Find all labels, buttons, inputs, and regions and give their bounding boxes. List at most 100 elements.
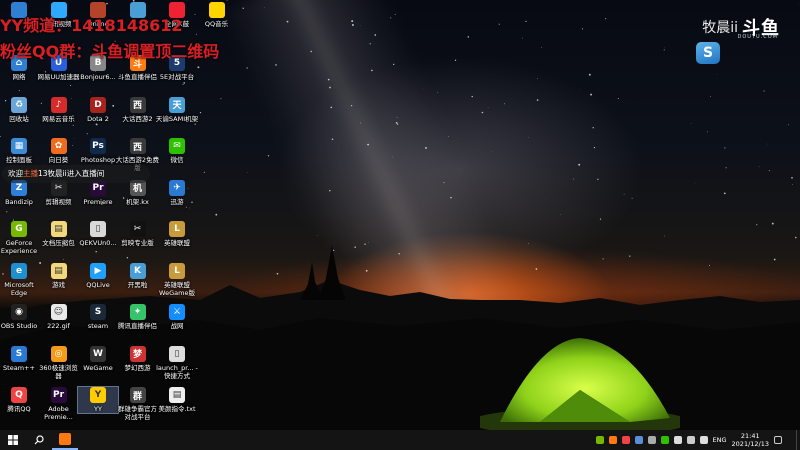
- icon-label: 文档压缩包: [42, 239, 75, 247]
- icon-label: 战网: [170, 322, 184, 330]
- desktop-icon-xiangrikui[interactable]: ✿ 向日葵: [39, 138, 79, 164]
- desktop-icon-tencent-qq[interactable]: Q 腾讯QQ: [0, 387, 39, 413]
- desktop-icon-zhanwang[interactable]: ⚔ 战网: [157, 304, 197, 330]
- icon-label: 梦幻西游: [124, 363, 151, 372]
- stream-overlay-yy-channel: YY频道：1418148612: [0, 16, 183, 35]
- icon-label: 剪映专业版: [121, 239, 154, 247]
- desktop-icon-premiere[interactable]: Pr Premiere: [78, 179, 118, 206]
- icon-label: 网易UU加速器: [37, 73, 80, 81]
- search-button[interactable]: [26, 430, 52, 450]
- desktop-icon-wegame[interactable]: W WeGame: [78, 345, 118, 372]
- tianyu-icon: 天: [169, 96, 185, 113]
- netease-music-icon: ♪: [50, 96, 67, 113]
- stream-overlay-qq-group: 粉丝QQ群：斗鱼调置顶二维码: [0, 42, 220, 61]
- icon-label: GeForce Experience: [0, 239, 38, 255]
- desktop-icon-control-panel[interactable]: ▦ 控制面板: [0, 138, 39, 164]
- desktop-icon-wechat[interactable]: ✉ 微信: [157, 138, 197, 164]
- qq-tray-icon[interactable]: [621, 436, 630, 444]
- icon-label: steam: [87, 322, 109, 330]
- desktop-icon-qekv[interactable]: ▯ QEKVUn0...: [78, 221, 118, 247]
- desktop-icon-adobe-prem[interactable]: Pr Adobe Premie...: [39, 387, 79, 421]
- tencent-live-icon: ✦: [129, 304, 146, 320]
- icon-label: Adobe Premie...: [44, 405, 73, 421]
- control-panel-icon: ▦: [11, 138, 27, 154]
- recycle-icon: ♻: [11, 96, 27, 113]
- icon-label: 英雄联盟WeGame版: [159, 280, 195, 297]
- desktop-icon-edge[interactable]: e Microsoft Edge: [0, 262, 39, 297]
- desktop-icon-qqlive[interactable]: ▶ QQLive: [78, 262, 118, 289]
- desktop-icon-photoshop[interactable]: Ps Photoshop: [78, 138, 118, 164]
- desktop-icon-menghuan[interactable]: 梦梦幻西游: [118, 345, 158, 372]
- menghuan-icon: 梦: [129, 345, 146, 362]
- xunyou-icon: ✈: [169, 179, 185, 196]
- desktop-icon-geforce[interactable]: G GeForce Experience: [0, 221, 39, 255]
- floating-app-icon[interactable]: S: [696, 42, 720, 64]
- wegame-lol-icon: L: [169, 262, 185, 279]
- desktop-icon-lol[interactable]: L 英雄联盟: [157, 221, 197, 247]
- douyu-app-icon: [59, 433, 71, 445]
- kaihei-icon: K: [129, 262, 146, 279]
- icon-label: 英雄联盟: [164, 239, 190, 247]
- desktop-icon-launch[interactable]: ▯ launch_pr... - 快捷方式: [156, 345, 198, 380]
- desktop-icon-steampp[interactable]: S Steam++: [0, 345, 39, 372]
- icon-label: QQ音乐: [204, 20, 229, 28]
- icon-label: 腾讯QQ: [7, 405, 31, 413]
- input-language[interactable]: ENG: [713, 436, 727, 444]
- desktop-icon-xunyou[interactable]: ✈ 迅游: [157, 179, 197, 206]
- 360-icon: ◎: [50, 345, 67, 362]
- start-button[interactable]: [0, 430, 26, 450]
- clock-date: 2021/12/13: [731, 440, 769, 448]
- icon-label: 天谕SAMI机架: [155, 114, 199, 123]
- mic-tray-icon[interactable]: [686, 436, 695, 444]
- network-tray-icon[interactable]: [673, 436, 682, 444]
- chat-suffix: 牧晨ii进入直播间: [47, 169, 105, 178]
- desktop-icon-obs[interactable]: ◉ OBS Studio: [0, 304, 39, 330]
- launch-icon: ▯: [169, 345, 185, 362]
- douyu-tray-icon[interactable]: [608, 436, 617, 444]
- desktop-icon-360[interactable]: ◎ 360极速浏览器: [39, 345, 79, 380]
- dota2-icon: D: [90, 96, 106, 113]
- icon-label: 开黑啦: [127, 280, 148, 289]
- taskbar-app-douyu[interactable]: [52, 430, 78, 450]
- desktop-icon-kaihei[interactable]: K 开黑啦: [118, 262, 158, 289]
- system-clock[interactable]: 21:41 2021/12/13: [732, 432, 769, 448]
- wechat-tray-icon[interactable]: [660, 436, 669, 444]
- desktop-icon-jiji[interactable]: 机机架.kx: [118, 179, 158, 206]
- desktop-icon-wegame-lol[interactable]: L 英雄联盟WeGame版: [157, 262, 197, 297]
- zhanwang-icon: ⚔: [169, 304, 185, 320]
- desktop-icon-games[interactable]: ▤ 游戏: [39, 262, 79, 289]
- icon-label: Dota 2: [87, 114, 109, 123]
- icon-label: 5E对战平台: [159, 73, 195, 81]
- icon-label: 大话西游2: [122, 114, 153, 123]
- desktop-icon-jianying[interactable]: ✂ 剪辑视频: [39, 179, 79, 206]
- desktop-icon-dota2[interactable]: D Dota 2: [78, 96, 118, 123]
- desktop-icon-gif[interactable]: ☺ 222.gif: [39, 304, 79, 330]
- steam-tray-icon[interactable]: [634, 436, 643, 444]
- desktop-icon-steam[interactable]: Ssteam: [78, 304, 118, 330]
- desktop-icon-tencent-live[interactable]: ✦ 腾讯直播伴侣: [118, 304, 158, 330]
- desktop-icon-dahua2[interactable]: 西大话西游2: [118, 96, 158, 123]
- notification-icon[interactable]: [774, 436, 782, 444]
- desktop-icon-tianyu[interactable]: 天天谕SAMI机架: [155, 96, 199, 123]
- desktop-icon-beauty-txt[interactable]: ▤ 美颜指令.txt: [157, 387, 197, 413]
- games-icon: ▤: [50, 262, 67, 279]
- desktop-icon-yy[interactable]: Y YY: [77, 386, 119, 414]
- tencent-qq-icon: Q: [11, 387, 27, 403]
- show-desktop-button[interactable]: [796, 430, 800, 450]
- dahua2-icon: 西: [129, 96, 146, 113]
- desktop-icon-text-doc[interactable]: ▤ 文档压缩包: [39, 221, 79, 247]
- icon-label: 游戏: [52, 280, 65, 289]
- nvidia-tray-icon[interactable]: [595, 436, 604, 444]
- desktop-icon-pro-tool[interactable]: ✂ 剪映专业版: [118, 221, 158, 247]
- desktop-icon-qunxiong[interactable]: 群群雄争霸官方对战平台: [118, 387, 158, 421]
- desktop-icon-netease-music[interactable]: ♪ 网易云音乐: [39, 96, 79, 123]
- desktop-icon-partial-6[interactable]: QQ音乐: [197, 2, 237, 28]
- icon-label: 控制面板: [6, 156, 32, 164]
- icon-label: 斗鱼直播伴侣: [118, 73, 157, 81]
- app-tray-icon[interactable]: [647, 436, 656, 444]
- icon-label: launch_pr... - 快捷方式: [156, 363, 198, 380]
- text-doc-icon: ▤: [50, 221, 67, 237]
- volume-icon[interactable]: [699, 436, 708, 444]
- desktop-icon-bandizip[interactable]: Z Bandizip: [0, 179, 39, 206]
- desktop-icon-recycle[interactable]: ♻ 回收站: [0, 96, 39, 123]
